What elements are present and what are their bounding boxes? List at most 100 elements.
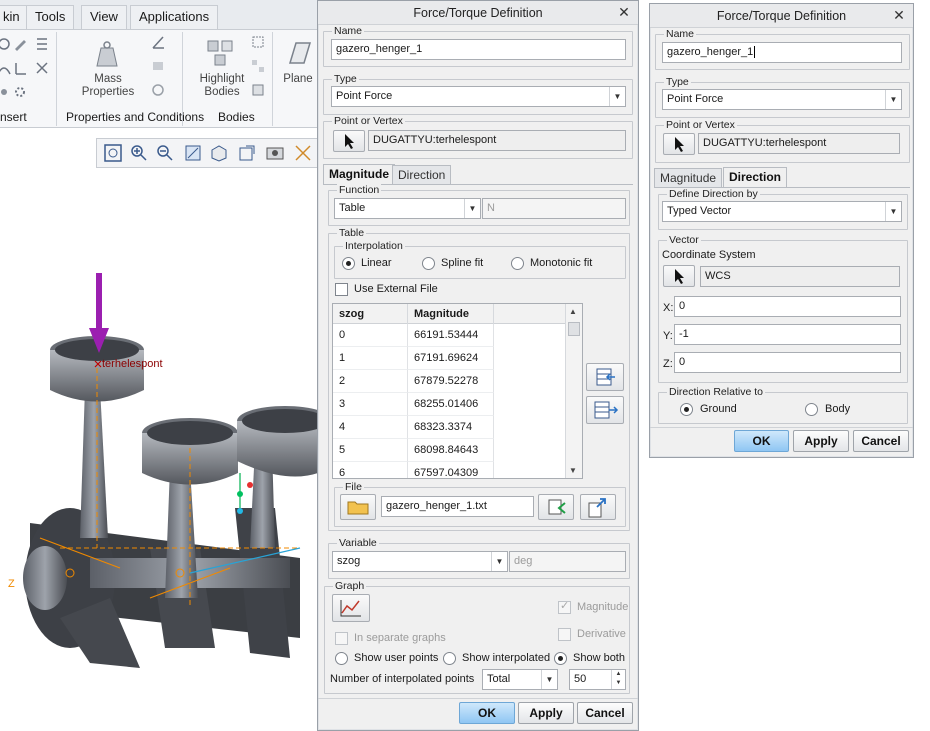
use-external-file-checkbox[interactable] — [335, 283, 348, 296]
gear-icon[interactable] — [12, 84, 28, 100]
open-file-button[interactable] — [340, 494, 376, 520]
type-select[interactable]: Point Force ▼ — [331, 86, 626, 107]
table-cell[interactable]: 67879.52278 — [408, 370, 494, 393]
apply-button[interactable]: Apply — [793, 430, 849, 452]
tab-magnitude[interactable]: Magnitude — [654, 168, 723, 188]
close-icon[interactable]: ✕ — [891, 7, 907, 23]
table-cell[interactable]: 3 — [333, 393, 408, 416]
show-user-points-radio[interactable] — [335, 652, 348, 665]
cancel-button[interactable]: Cancel — [853, 430, 909, 452]
apply-button[interactable]: Apply — [518, 702, 574, 724]
body-list-icon[interactable] — [250, 82, 266, 98]
table-cell[interactable]: 5 — [333, 439, 408, 462]
table-row[interactable]: 1 67191.69624 — [333, 347, 569, 370]
table-scrollbar[interactable]: ▲ ▼ — [565, 304, 582, 478]
menu-tab-kin[interactable]: kin — [0, 5, 29, 29]
clearance-icon[interactable] — [150, 82, 166, 98]
y-field[interactable]: -1 — [674, 324, 901, 345]
table-cell[interactable]: 66191.53444 — [408, 324, 494, 347]
view-manager-icon[interactable] — [265, 143, 285, 163]
table-cell[interactable]: 0 — [333, 324, 408, 347]
repaint-icon[interactable] — [183, 143, 203, 163]
export-file-button[interactable] — [580, 494, 616, 520]
interpolated-points-stepper[interactable]: 50 ▲ ▼ — [569, 669, 626, 690]
interpolated-points-mode-select[interactable]: Total ▼ — [482, 669, 558, 690]
point-icon[interactable] — [0, 84, 12, 100]
measure-angle-icon[interactable] — [150, 34, 166, 50]
file-path-field[interactable]: gazero_henger_1.txt — [381, 496, 534, 517]
table-row[interactable]: 4 68323.3374 — [333, 416, 569, 439]
tab-direction[interactable]: Direction — [723, 167, 788, 188]
menu-tab-tools[interactable]: Tools — [26, 5, 75, 29]
relative-ground-radio[interactable] — [680, 403, 693, 416]
ok-button[interactable]: OK — [459, 702, 515, 724]
spin-arrows-icon[interactable]: ▲ ▼ — [611, 670, 625, 689]
x-field[interactable]: 0 — [674, 296, 901, 317]
menu-tab-applications[interactable]: Applications — [130, 5, 219, 29]
table-cell[interactable]: 67597.04309 — [408, 462, 494, 478]
relative-body-radio[interactable] — [805, 403, 818, 416]
axis-icon[interactable] — [12, 60, 28, 76]
table-cell[interactable]: 67191.69624 — [408, 347, 494, 370]
scroll-thumb[interactable] — [568, 322, 580, 336]
interp-monotonic-radio[interactable] — [511, 257, 524, 270]
table-cell[interactable]: 68255.01406 — [408, 393, 494, 416]
select-coordinate-system-button[interactable] — [663, 265, 695, 287]
variable-select[interactable]: szog ▼ — [332, 551, 508, 572]
table-row[interactable]: 0 66191.53444 — [333, 324, 569, 347]
highlight-bodies-icon[interactable] — [205, 38, 237, 70]
table-cell[interactable]: 1 — [333, 347, 408, 370]
select-point-button[interactable] — [333, 130, 365, 152]
cancel-button[interactable]: Cancel — [577, 702, 633, 724]
close-icon[interactable]: ✕ — [616, 4, 632, 20]
column-header-magnitude[interactable]: Magnitude — [408, 304, 494, 324]
scroll-down-icon[interactable]: ▼ — [569, 466, 577, 475]
display-style-icon[interactable] — [209, 143, 229, 163]
zoom-in-icon[interactable] — [129, 143, 149, 163]
tab-magnitude[interactable]: Magnitude — [323, 164, 395, 185]
zoom-out-icon[interactable] — [155, 143, 175, 163]
table-row[interactable]: 5 68098.84643 — [333, 439, 569, 462]
mass-properties-icon[interactable] — [91, 38, 123, 70]
datum-display-icon[interactable] — [293, 143, 313, 163]
analysis-icon[interactable] — [150, 58, 166, 74]
plane-icon[interactable] — [282, 38, 312, 68]
type-select[interactable]: Point Force ▼ — [662, 89, 902, 110]
measure-icon[interactable] — [0, 36, 12, 52]
ok-button[interactable]: OK — [734, 430, 789, 452]
magnitude-table[interactable]: szog Magnitude 0 66191.53444 1 67191.696… — [332, 303, 583, 479]
column-header-szog[interactable]: szog — [333, 304, 408, 324]
refit-icon[interactable] — [103, 143, 123, 163]
graphics-viewport[interactable]: terhelespont Z — [0, 128, 318, 731]
select-point-button[interactable] — [663, 133, 695, 155]
table-cell[interactable]: 4 — [333, 416, 408, 439]
cross-icon[interactable] — [34, 60, 50, 76]
interp-linear-radio[interactable] — [342, 257, 355, 270]
saved-orientations-icon[interactable] — [237, 143, 257, 163]
scroll-up-icon[interactable]: ▲ — [569, 307, 577, 316]
table-cell[interactable]: 68098.84643 — [408, 439, 494, 462]
table-row[interactable]: 2 67879.52278 — [333, 370, 569, 393]
name-field[interactable]: gazero_henger_1 — [331, 39, 626, 60]
define-direction-select[interactable]: Typed Vector ▼ — [662, 201, 902, 222]
table-row[interactable]: 6 67597.04309 — [333, 462, 569, 478]
list-icon[interactable] — [34, 36, 50, 52]
insert-row-button[interactable] — [586, 363, 624, 391]
interp-spline-radio[interactable] — [422, 257, 435, 270]
show-both-radio[interactable] — [554, 652, 567, 665]
z-field[interactable]: 0 — [674, 352, 901, 373]
graph-button[interactable] — [332, 594, 370, 622]
show-interpolated-radio[interactable] — [443, 652, 456, 665]
name-field[interactable]: gazero_henger_1 — [662, 42, 902, 63]
function-select[interactable]: Table ▼ — [334, 198, 481, 219]
import-file-button[interactable] — [538, 494, 574, 520]
table-cell[interactable]: 6 — [333, 462, 408, 478]
table-cell[interactable]: 68323.3374 — [408, 416, 494, 439]
body-icon[interactable] — [250, 34, 266, 50]
tab-direction[interactable]: Direction — [392, 165, 452, 185]
menu-tab-view[interactable]: View — [81, 5, 127, 29]
append-row-button[interactable] — [586, 396, 624, 424]
table-row[interactable]: 3 68255.01406 — [333, 393, 569, 416]
body-grid-icon[interactable] — [250, 58, 266, 74]
curve-icon[interactable] — [0, 60, 12, 76]
